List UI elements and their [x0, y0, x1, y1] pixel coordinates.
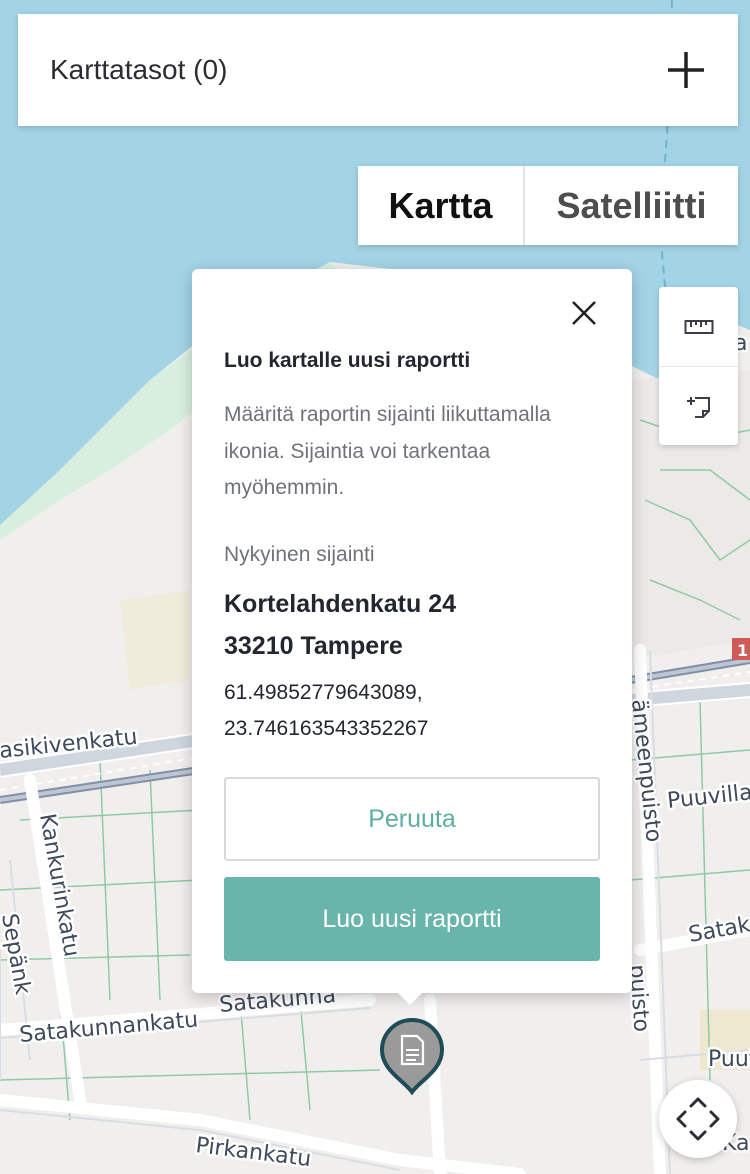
popup-description: Määritä raportin sijainti liikuttamalla … [224, 403, 551, 499]
map-tools [659, 287, 738, 445]
map-type-satelliitti-button[interactable]: Satelliitti [523, 166, 738, 245]
pan-button[interactable] [659, 1080, 737, 1158]
add-note-button[interactable] [659, 366, 738, 446]
map-type-kartta-button[interactable]: Kartta [358, 166, 523, 245]
street-label-puut: Puut [708, 1047, 750, 1072]
current-address: Kortelahdenkatu 24 33210 Tampere [224, 583, 456, 667]
current-location-label: Nykyinen sijainti [224, 543, 375, 566]
measure-button[interactable] [659, 287, 738, 366]
address-street: Kortelahdenkatu 24 [224, 590, 457, 618]
layers-panel[interactable]: Karttatasot (0) [18, 14, 738, 126]
current-coordinates: 61.49852779643089, 23.746163543352267 [224, 675, 428, 747]
close-icon[interactable] [568, 297, 600, 329]
cancel-button[interactable]: Peruuta [224, 777, 600, 861]
address-city: 33210 Tampere [224, 632, 403, 660]
create-report-button[interactable]: Luo uusi raportti [224, 877, 600, 961]
pan-arrows-icon [676, 1097, 720, 1141]
route-badge-label: 1 [737, 641, 748, 660]
ruler-icon [684, 319, 713, 334]
popup-title: Luo kartalle uusi raportti [224, 349, 471, 372]
add-note-icon [686, 396, 710, 418]
coordinate-latitude: 61.49852779643089, [224, 681, 423, 704]
popup-pointer [390, 985, 430, 1005]
map-type-switch: Kartta Satelliitti [358, 166, 738, 245]
plus-icon[interactable] [664, 48, 708, 92]
document-marker-icon[interactable] [377, 1014, 447, 1096]
create-report-popup: Luo kartalle uusi raportti Määritä rapor… [192, 269, 632, 993]
layers-title: Karttatasot (0) [50, 54, 228, 85]
coordinate-longitude: 23.746163543352267 [224, 717, 429, 740]
